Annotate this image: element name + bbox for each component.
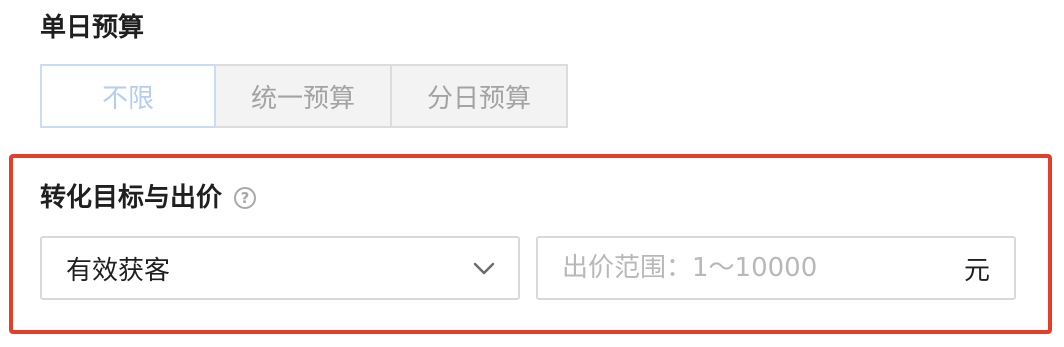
budget-type-selector: 不限 统一预算 分日预算: [40, 64, 568, 128]
budget-option-unlimited[interactable]: 不限: [40, 64, 216, 128]
bid-range-field: 元: [536, 236, 1016, 300]
page: 单日预算 不限 统一预算 分日预算 转化目标与出价 ? 有效获客 元: [0, 0, 1064, 347]
conversion-goal-select[interactable]: 有效获客: [40, 236, 520, 300]
budget-option-daily[interactable]: 分日预算: [390, 64, 568, 128]
conversion-goal-title: 转化目标与出价: [40, 183, 223, 213]
currency-unit: 元: [963, 255, 990, 286]
conversion-goal-heading: 转化目标与出价 ?: [40, 180, 257, 216]
question-circle-icon[interactable]: ?: [234, 187, 257, 209]
conversion-goal-value: 有效获客: [66, 255, 171, 286]
chevron-down-icon: [473, 262, 495, 275]
bid-input[interactable]: [562, 248, 964, 288]
daily-budget-title: 单日预算: [40, 13, 145, 43]
budget-option-unified[interactable]: 统一预算: [214, 64, 392, 128]
